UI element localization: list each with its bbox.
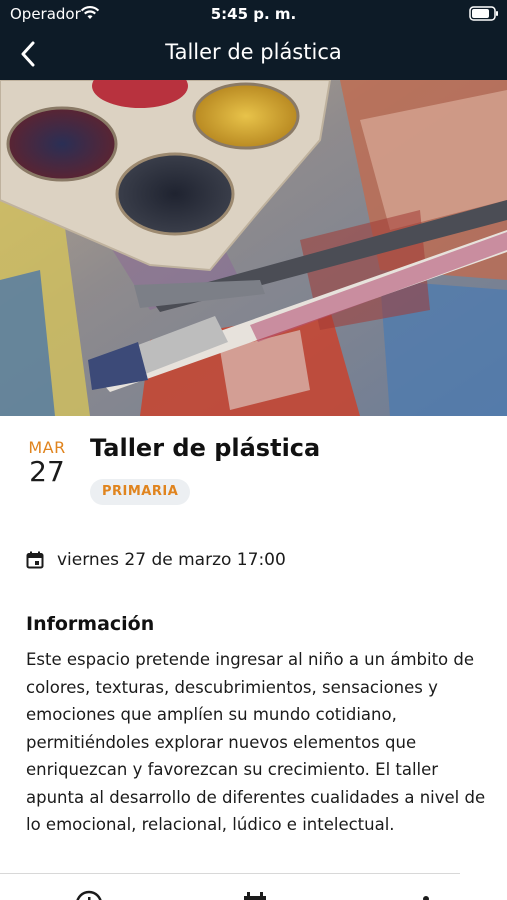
nav-bar: Taller de plástica (0, 28, 507, 80)
event-day: 27 (29, 455, 65, 488)
event-hero-image (0, 80, 507, 416)
page-title: Taller de plástica (165, 40, 342, 64)
battery-icon (469, 6, 498, 21)
clock-time: 5:45 p. m. (210, 5, 297, 23)
status-bar: Operador 5:45 p. m. (0, 0, 507, 28)
event-title: Taller de plástica (90, 434, 321, 462)
paint-palette-image (0, 80, 507, 416)
category-badge: PRIMARIA (90, 479, 191, 505)
event-datetime: viernes 27 de marzo 17:00 (57, 550, 286, 570)
info-icon[interactable] (411, 890, 441, 900)
info-body: Este espacio pretende ingresar al niño a… (26, 650, 486, 834)
bottom-tab-bar (0, 874, 507, 900)
info-heading: Información (26, 613, 155, 635)
event-datetime-row: viernes 27 de marzo 17:00 (26, 550, 286, 570)
clock-icon[interactable] (74, 890, 104, 900)
event-date-block: MAR 27 (26, 438, 68, 488)
calendar-icon (26, 551, 44, 569)
calendar-icon[interactable] (240, 890, 270, 900)
